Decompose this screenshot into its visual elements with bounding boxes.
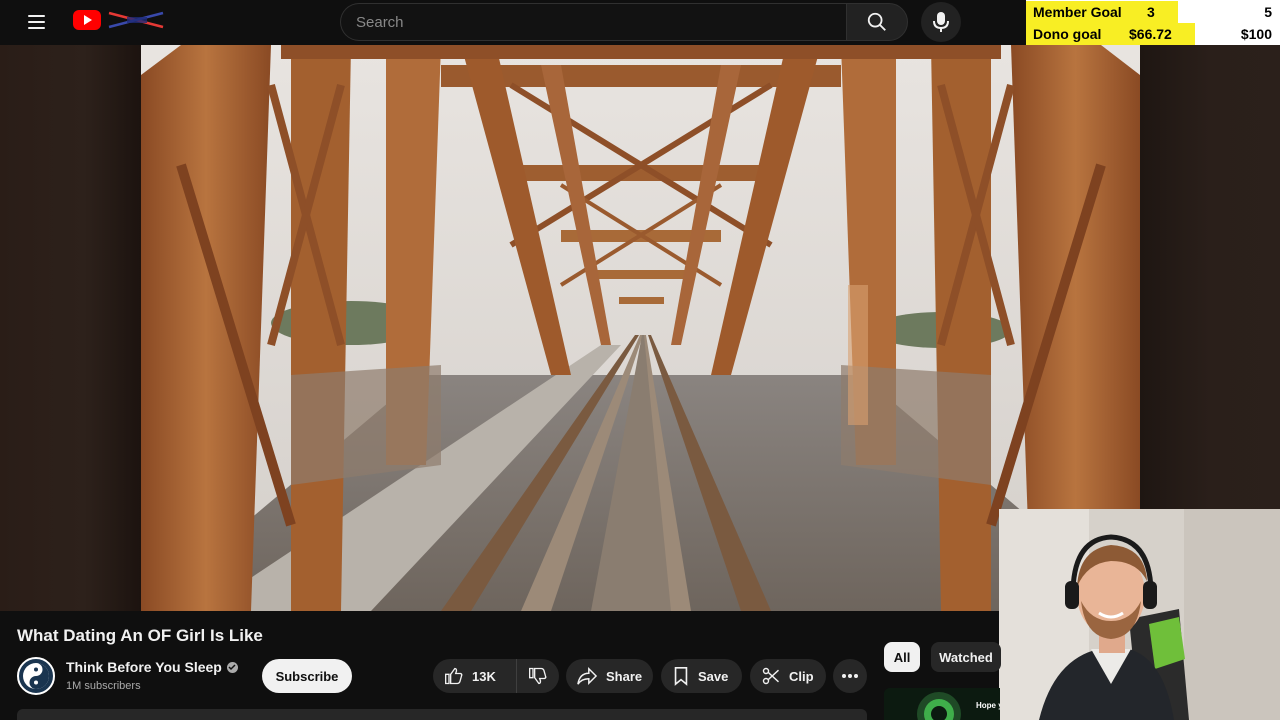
verified-icon bbox=[226, 661, 238, 673]
dono-goal-row: Dono goal $66.72 $100 bbox=[1026, 23, 1280, 45]
video-title: What Dating An OF Girl Is Like bbox=[17, 626, 263, 645]
clip-button[interactable]: Clip bbox=[750, 659, 826, 693]
scissors-icon bbox=[762, 667, 779, 685]
dislike-button[interactable] bbox=[517, 659, 559, 693]
menu-icon-line bbox=[27, 15, 45, 17]
member-goal-target: 5 bbox=[1264, 4, 1272, 20]
more-actions-button[interactable] bbox=[833, 659, 867, 693]
menu-icon-line bbox=[27, 21, 45, 23]
voice-search-button[interactable] bbox=[921, 2, 961, 42]
streamer-image bbox=[999, 509, 1280, 720]
youtube-watch-page: Member Goal 3 5 Dono goal $66.72 $100 bbox=[0, 0, 1280, 720]
description-box-edge[interactable] bbox=[17, 709, 867, 720]
youtube-play-icon bbox=[73, 10, 101, 30]
save-button[interactable]: Save bbox=[661, 659, 742, 693]
share-label: Share bbox=[606, 668, 643, 684]
channel-name[interactable]: Think Before You Sleep bbox=[66, 659, 222, 675]
search-icon bbox=[867, 12, 886, 31]
like-button[interactable]: 13K bbox=[433, 659, 517, 693]
member-goal-label: Member Goal bbox=[1033, 4, 1122, 20]
custom-logo-mark bbox=[105, 11, 167, 29]
youtube-logo[interactable] bbox=[73, 10, 167, 30]
video-letterbox-right bbox=[1140, 45, 1280, 511]
save-label: Save bbox=[698, 668, 729, 684]
thumbs-down-icon bbox=[529, 667, 547, 685]
menu-button[interactable] bbox=[20, 8, 52, 36]
yin-yang-icon bbox=[23, 663, 49, 689]
search-button[interactable] bbox=[846, 3, 908, 41]
bookmark-icon bbox=[674, 667, 688, 686]
chip-watched[interactable]: Watched bbox=[931, 642, 1001, 672]
recommended-video-thumbnail[interactable]: Hope y bbox=[884, 688, 1000, 720]
like-count: 13K bbox=[472, 668, 496, 684]
member-goal-current: 3 bbox=[1147, 4, 1155, 20]
more-horizontal-icon bbox=[842, 674, 858, 678]
thumbs-up-icon bbox=[445, 667, 463, 685]
search-input[interactable] bbox=[356, 13, 846, 31]
share-button[interactable]: Share bbox=[566, 659, 653, 693]
subscriber-count: 1M subscribers bbox=[66, 680, 141, 692]
subscribe-button[interactable]: Subscribe bbox=[262, 659, 352, 693]
video-letterbox-left bbox=[0, 45, 141, 611]
streamer-webcam bbox=[999, 509, 1280, 720]
stream-goal-overlay: Member Goal 3 5 Dono goal $66.72 $100 bbox=[1026, 0, 1280, 45]
member-goal-row: Member Goal 3 5 bbox=[1026, 1, 1280, 23]
menu-icon-line bbox=[27, 27, 45, 29]
dono-goal-target: $100 bbox=[1240, 26, 1272, 42]
microphone-icon bbox=[933, 12, 949, 32]
clip-label: Clip bbox=[789, 668, 814, 684]
bridge-image bbox=[141, 45, 1140, 611]
dono-goal-label: Dono goal bbox=[1033, 26, 1102, 42]
video-player[interactable] bbox=[141, 45, 1140, 611]
channel-avatar[interactable] bbox=[17, 657, 55, 695]
channel-name-row[interactable]: Think Before You Sleep bbox=[66, 659, 238, 675]
dono-goal-current: $66.72 bbox=[1129, 26, 1172, 42]
search-box bbox=[340, 3, 846, 41]
share-icon bbox=[577, 666, 598, 686]
like-dislike-group: 13K bbox=[433, 659, 559, 693]
thumbnail-caption: Hope y bbox=[976, 701, 1000, 710]
chip-all[interactable]: All bbox=[884, 642, 920, 672]
